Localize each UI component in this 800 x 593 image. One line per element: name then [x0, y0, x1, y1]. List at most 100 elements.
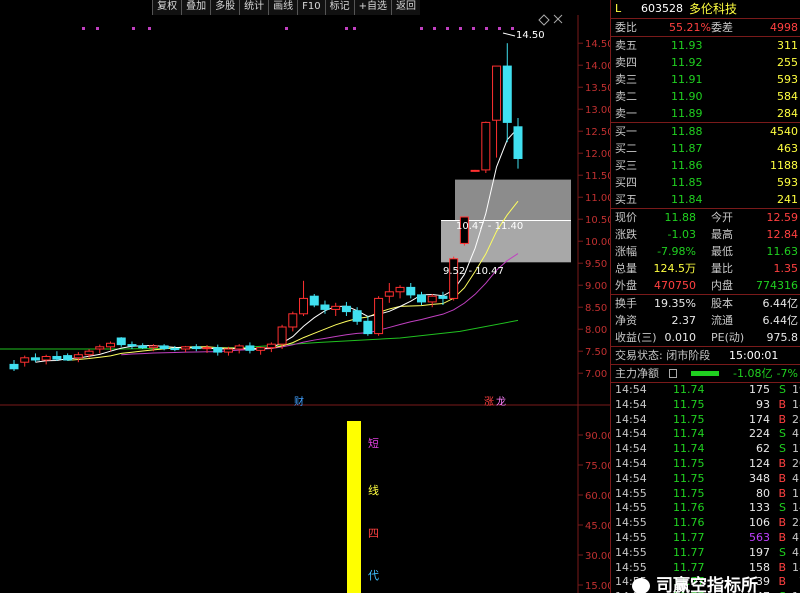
kline-chart-area[interactable]: 14.50 14.00 13.50 13.00 12.50 12.00 11.50 11.00…: [0, 0, 610, 593]
candle-body[interactable]: [363, 320, 373, 335]
candle-body[interactable]: [95, 346, 105, 350]
tick-row[interactable]: 14:54 11.75 348 B 41: [611, 472, 800, 487]
event-marker-dragon[interactable]: 龙: [496, 393, 506, 408]
toolbar-button-restore-rights[interactable]: 复权: [152, 0, 182, 15]
candle-body[interactable]: [395, 286, 405, 293]
candle-body[interactable]: [374, 297, 384, 335]
candle-body[interactable]: [234, 345, 244, 350]
price-tick-label: 13.00: [585, 105, 610, 116]
candle-body[interactable]: [52, 355, 62, 360]
tick-count: 18: [792, 560, 800, 574]
toolbar-button-f10[interactable]: F10: [297, 0, 325, 15]
candle-body[interactable]: [416, 294, 426, 303]
candle-body[interactable]: [191, 346, 201, 350]
toolbar-button-statistics[interactable]: 统计: [239, 0, 269, 15]
candle-body[interactable]: [384, 291, 394, 297]
ask-row-3[interactable]: 卖三 11.91 593: [611, 71, 800, 88]
tick-row[interactable]: 14:54 11.75 93 B 18: [611, 398, 800, 413]
candle-body[interactable]: [84, 350, 94, 356]
stat-label: 换手: [615, 297, 637, 310]
toolbar-button-overlay[interactable]: 叠加: [181, 0, 211, 15]
candle-body[interactable]: [138, 345, 148, 349]
candle-body[interactable]: [320, 304, 330, 310]
candle-body[interactable]: [202, 347, 212, 350]
candle-body[interactable]: [223, 348, 233, 353]
mainforce-row[interactable]: 主力净额 -1.08亿 -7%: [611, 365, 800, 382]
ask-row-4[interactable]: 卖二 11.90 584: [611, 88, 800, 105]
toolbar-button-multi-stock[interactable]: 多股: [210, 0, 240, 15]
bid-row-3[interactable]: 买三 11.86 1188: [611, 157, 800, 174]
candle-body[interactable]: [116, 337, 126, 346]
candle-body[interactable]: [309, 295, 319, 306]
event-marker-limit-up[interactable]: 涨: [484, 393, 494, 408]
candle-body[interactable]: [127, 344, 137, 347]
stock-header[interactable]: L 603528 多伦科技: [611, 0, 800, 18]
candle-body[interactable]: [213, 347, 223, 353]
candle-body[interactable]: [256, 347, 266, 351]
price-tick-label: 12.00: [585, 149, 610, 160]
tick-volume: 62: [756, 442, 770, 456]
candle-body[interactable]: [266, 343, 276, 349]
candle-body[interactable]: [449, 258, 459, 299]
stock-name: 多伦科技: [689, 2, 738, 16]
candle-body[interactable]: [481, 121, 491, 171]
candle-body[interactable]: [181, 346, 191, 350]
candle-body[interactable]: [470, 169, 480, 172]
tick-row[interactable]: 14:54 11.74 224 S 41: [611, 427, 800, 442]
candle-body[interactable]: [277, 326, 287, 345]
candle-body[interactable]: [406, 286, 416, 296]
kline-chart[interactable]: 14.50 14.00 13.50 13.00 12.50 12.00 11.50 11.00…: [0, 0, 610, 593]
candle-body[interactable]: [20, 357, 30, 363]
list-icon[interactable]: [669, 369, 677, 378]
ask-row-2[interactable]: 卖四 11.92 255: [611, 54, 800, 71]
toolbar-button-mark[interactable]: 标记: [324, 0, 354, 15]
candle-body[interactable]: [341, 305, 351, 313]
indicator-tick-label: 30.00: [585, 551, 610, 562]
book-volume: 593: [777, 176, 798, 189]
ask-row-1[interactable]: 卖五 11.93 311: [611, 37, 800, 54]
tick-row[interactable]: 14:55 11.76 133 S 14: [611, 501, 800, 516]
price-tick-label: 13.50: [585, 83, 610, 94]
event-marker-finance[interactable]: 财: [294, 393, 304, 408]
tick-row[interactable]: 14:54 11.74 62 S 17: [611, 442, 800, 457]
bid-row-2[interactable]: 买二 11.87 463: [611, 140, 800, 157]
tick-row[interactable]: 14:54 11.74 175 S 19: [611, 383, 800, 398]
candle-body[interactable]: [30, 357, 40, 361]
candle-body[interactable]: [288, 313, 298, 328]
tick-row[interactable]: 14:55 11.76 106 B 22: [611, 516, 800, 531]
candle-body[interactable]: [41, 355, 51, 361]
tick-row[interactable]: 14:55 11.77 197 S 45: [611, 546, 800, 561]
candle-body[interactable]: [438, 295, 448, 299]
bid-row-4[interactable]: 买四 11.85 593: [611, 174, 800, 191]
tick-row[interactable]: 14:54 11.75 124 B 20: [611, 457, 800, 472]
tick-list[interactable]: 14:54 11.74 175 S 19 14:54 11.75 93 B 18 14:54 11.7…: [611, 383, 800, 593]
candle-body[interactable]: [73, 354, 83, 359]
book-volume: 593: [777, 73, 798, 86]
tick-row[interactable]: 14:55 11.77 563 B 47: [611, 531, 800, 546]
candle-body[interactable]: [331, 305, 341, 310]
bid-row-1[interactable]: 买一 11.88 4540: [611, 123, 800, 140]
candle-body[interactable]: [492, 65, 502, 121]
signal-dot: [420, 27, 423, 30]
candle-body[interactable]: [159, 345, 169, 350]
candle-body[interactable]: [9, 363, 19, 370]
tick-row[interactable]: 14:55 11.75 80 B 17: [611, 487, 800, 502]
toolbar-button-add-watchlist[interactable]: +自选: [353, 0, 391, 15]
diamond-icon[interactable]: [538, 14, 550, 26]
candle-body[interactable]: [352, 310, 362, 322]
candle-body[interactable]: [148, 345, 158, 349]
candle-body[interactable]: [63, 355, 73, 361]
candle-body[interactable]: [170, 348, 180, 351]
book-price: 11.88: [671, 125, 703, 138]
toolbar-button-back[interactable]: 返回: [391, 0, 420, 15]
candle-body[interactable]: [513, 126, 523, 159]
candle-body[interactable]: [502, 65, 512, 123]
candle-body[interactable]: [245, 345, 255, 351]
tick-row[interactable]: 14:54 11.75 174 B 28: [611, 413, 800, 428]
toolbar-button-draw-line[interactable]: 画线: [268, 0, 298, 15]
candle-body[interactable]: [299, 297, 309, 315]
bid-row-5[interactable]: 买五 11.84 241: [611, 191, 800, 208]
ask-row-5[interactable]: 卖一 11.89 284: [611, 105, 800, 122]
candle-body[interactable]: [106, 342, 116, 348]
candle-body[interactable]: [427, 295, 437, 303]
